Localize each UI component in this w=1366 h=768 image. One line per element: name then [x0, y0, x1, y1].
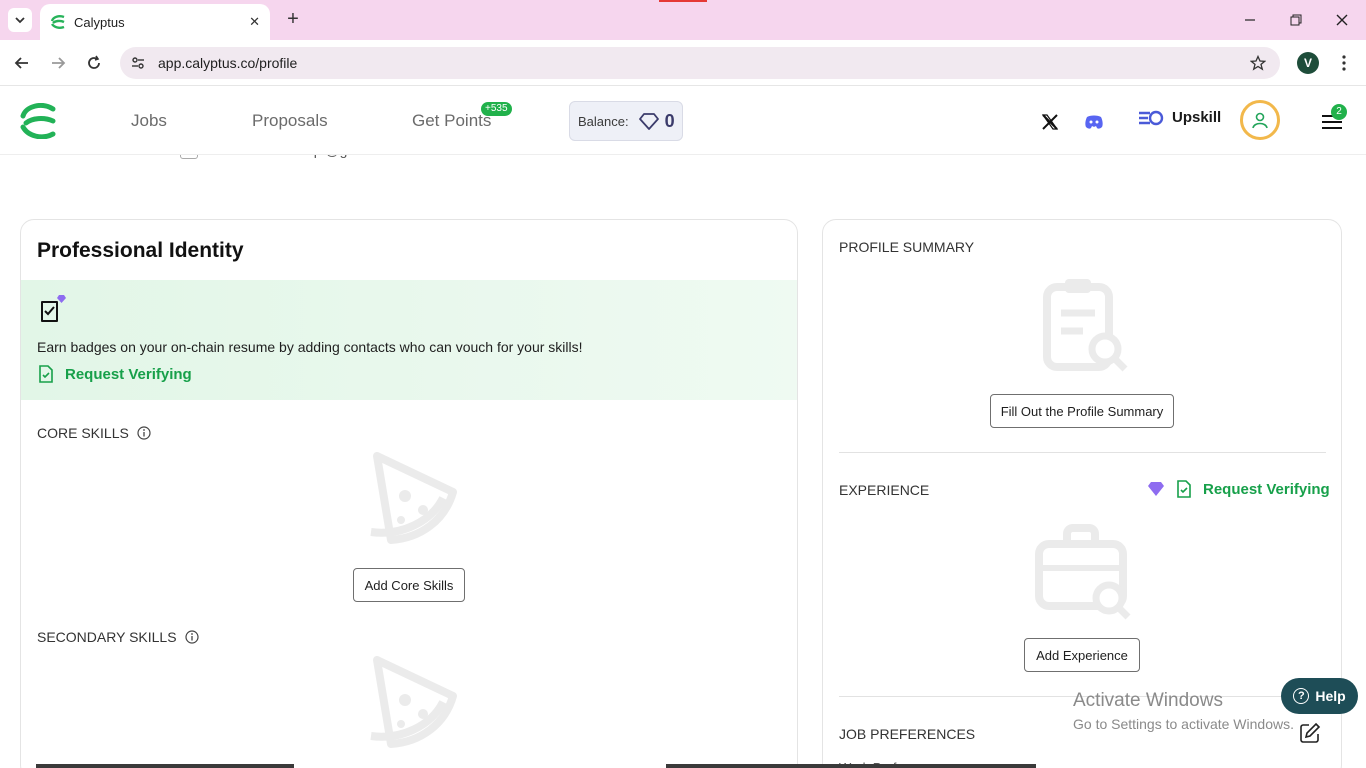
user-avatar[interactable]: [1240, 100, 1280, 140]
reload-icon: [88, 55, 100, 69]
forward-button[interactable]: [47, 52, 69, 74]
core-skills-heading: CORE SKILLS: [37, 425, 151, 441]
verification-banner: Earn badges on your on-chain resume by a…: [21, 280, 797, 400]
arrow-right-icon: [52, 57, 66, 69]
experience-heading: EXPERIENCE: [839, 482, 930, 498]
fill-profile-summary-button[interactable]: Fill Out the Profile Summary: [990, 394, 1174, 428]
x-twitter-icon[interactable]: [1039, 111, 1061, 133]
restore-button[interactable]: [1286, 10, 1306, 30]
info-icon[interactable]: [184, 630, 199, 644]
restore-icon: [1290, 14, 1302, 26]
horizontal-scroll-track: [36, 764, 294, 768]
tab-title: Calyptus: [74, 14, 125, 30]
balance-value: 0: [664, 110, 675, 131]
balance-widget[interactable]: Balance: 0: [569, 101, 683, 141]
back-button[interactable]: [11, 52, 33, 74]
diamond-icon: [638, 112, 659, 130]
address-bar[interactable]: app.calyptus.co/profile: [120, 47, 1280, 79]
request-verifying-link[interactable]: Request Verifying: [37, 365, 192, 383]
info-icon[interactable]: [137, 426, 151, 440]
divider: [839, 452, 1326, 453]
question-icon: ?: [1293, 688, 1310, 704]
minimize-button[interactable]: [1240, 10, 1260, 30]
gem-icon: [1148, 482, 1164, 496]
experience-request-verifying-label: Request Verifying: [1203, 480, 1330, 498]
bookmark-star-icon[interactable]: [1248, 53, 1268, 73]
upskill-label: Upskill: [1172, 109, 1222, 126]
upskill-link[interactable]: Upskill: [1138, 109, 1221, 126]
browser-menu-button[interactable]: [1334, 52, 1354, 74]
browser-profile-avatar[interactable]: V: [1297, 52, 1319, 74]
close-window-button[interactable]: [1332, 10, 1352, 30]
horizontal-scroll-track: [666, 764, 1036, 768]
browser-tab-strip: Calyptus ✕ +: [0, 0, 1366, 40]
close-icon: [1336, 14, 1348, 26]
add-experience-button[interactable]: Add Experience: [1024, 638, 1140, 672]
activate-title: Activate Windows: [1073, 690, 1223, 711]
professional-identity-card: Professional Identity Earn badges on you…: [20, 219, 798, 768]
windows-activation-watermark: Activate Windows Go to Settings to activ…: [1073, 690, 1294, 732]
browser-tab-active[interactable]: Calyptus ✕: [40, 4, 270, 40]
nav-proposals[interactable]: Proposals: [252, 111, 328, 131]
banner-text: Earn badges on your on-chain resume by a…: [37, 339, 583, 355]
core-skills-label: CORE SKILLS: [37, 425, 129, 441]
nav-get-points[interactable]: Get Points: [412, 111, 491, 131]
add-core-skills-button[interactable]: Add Core Skills: [353, 568, 465, 602]
browser-toolbar: app.calyptus.co/profile V: [0, 40, 1366, 86]
user-icon: [1252, 112, 1268, 129]
more-vertical-icon: [1342, 55, 1346, 71]
calyptus-logo-icon[interactable]: [20, 103, 56, 139]
nav-jobs[interactable]: Jobs: [131, 111, 167, 131]
briefcase-search-icon: [1035, 524, 1131, 620]
profile-summary-heading: PROFILE SUMMARY: [839, 239, 975, 255]
balance-label: Balance:: [578, 113, 629, 129]
site-settings-icon[interactable]: [128, 53, 148, 73]
activate-subtitle: Go to Settings to activate Windows.: [1073, 716, 1294, 732]
chevron-down-icon: [15, 17, 25, 24]
secondary-skills-heading: SECONDARY SKILLS: [37, 629, 199, 645]
tab-search-button[interactable]: [8, 8, 32, 32]
clipboard-search-icon: [1043, 279, 1128, 372]
url-text: app.calyptus.co/profile: [158, 55, 298, 71]
experience-request-verifying-link[interactable]: Request Verifying: [1147, 480, 1330, 498]
empty-secondary-skills-illustration-icon: [370, 656, 457, 748]
request-verifying-label: Request Verifying: [65, 365, 192, 383]
notification-badge: 2: [1331, 104, 1347, 120]
file-check-icon: [1177, 480, 1191, 498]
card-title: Professional Identity: [37, 239, 244, 262]
discord-icon[interactable]: [1083, 111, 1105, 133]
calyptus-favicon-icon: [50, 15, 65, 29]
reload-button[interactable]: [83, 52, 105, 74]
arrow-left-icon: [14, 57, 28, 69]
app-header: Jobs Proposals Get Points +535 Balance: …: [0, 87, 1366, 155]
help-button[interactable]: ? Help: [1281, 678, 1358, 714]
minimize-icon: [1245, 19, 1255, 21]
tab-close-icon[interactable]: ✕: [249, 14, 260, 30]
secondary-skills-label: SECONDARY SKILLS: [37, 629, 177, 645]
empty-skills-illustration-icon: [370, 452, 457, 544]
file-check-icon: [39, 365, 53, 383]
recording-indicator: [659, 0, 707, 2]
points-badge: +535: [481, 102, 512, 116]
new-tab-button[interactable]: +: [282, 8, 304, 30]
profile-sidebar-card: PROFILE SUMMARY Fill Out the Profile Sum…: [822, 219, 1342, 768]
edit-icon[interactable]: [1299, 722, 1321, 744]
upskill-icon: [1139, 110, 1164, 125]
job-preferences-heading: JOB PREFERENCES: [839, 726, 976, 742]
document-check-icon: [41, 295, 66, 322]
help-label: Help: [1315, 688, 1346, 704]
